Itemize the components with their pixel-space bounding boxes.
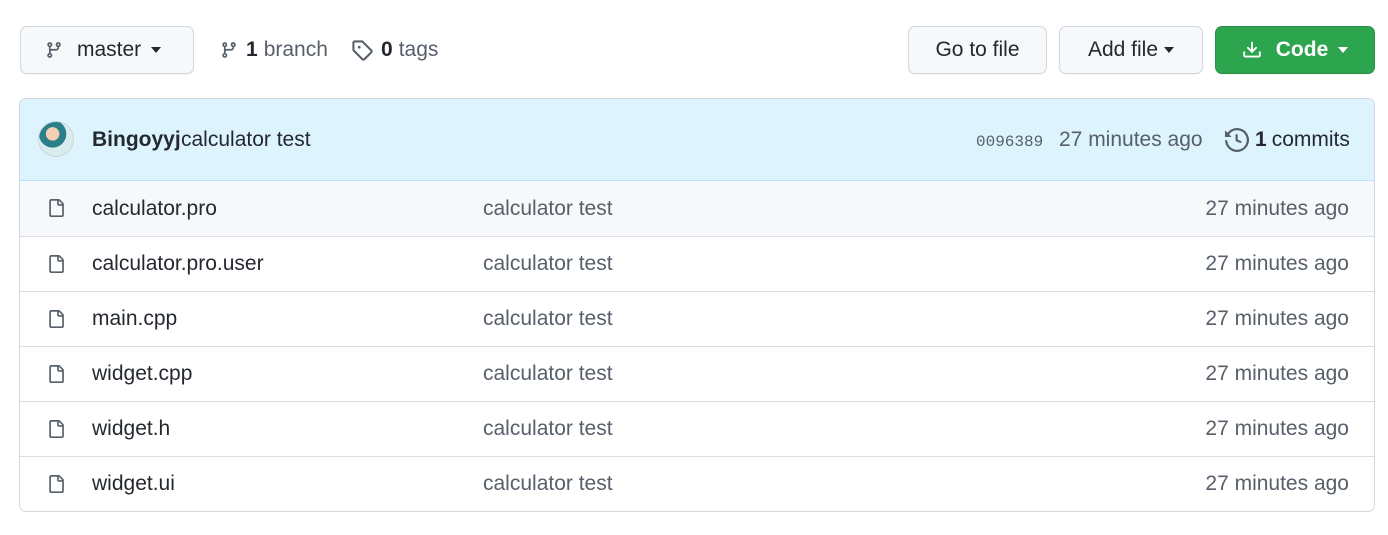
- commit-message[interactable]: calculator test: [181, 128, 311, 152]
- table-row[interactable]: main.cpp calculator test 27 minutes ago: [20, 291, 1374, 346]
- commit-sha[interactable]: 0096389: [976, 133, 1043, 151]
- tag-icon: [352, 40, 373, 61]
- chevron-down-icon: [1164, 47, 1175, 53]
- history-icon: [1225, 127, 1249, 152]
- file-icon: [49, 420, 64, 438]
- table-row[interactable]: calculator.pro.user calculator test 27 m…: [20, 236, 1374, 291]
- table-row[interactable]: calculator.pro calculator test 27 minute…: [20, 181, 1374, 236]
- branch-select-button[interactable]: master: [20, 26, 194, 74]
- file-commit-time: 27 minutes ago: [1205, 472, 1349, 495]
- file-icon: [49, 365, 64, 383]
- repo-toolbar: master 1 branch 0 tags Go to file Add fi…: [20, 26, 1375, 74]
- git-branch-icon: [47, 42, 61, 58]
- download-icon: [1243, 41, 1261, 58]
- avatar[interactable]: [38, 121, 74, 157]
- go-to-file-label: Go to file: [935, 38, 1020, 61]
- tags-link[interactable]: 0 tags: [351, 26, 438, 74]
- file-name-link[interactable]: widget.cpp: [92, 362, 192, 386]
- file-commit-message-link[interactable]: calculator test: [483, 307, 613, 331]
- table-row[interactable]: widget.cpp calculator test 27 minutes ag…: [20, 346, 1374, 401]
- commits-history-link[interactable]: 1 commits: [1225, 128, 1350, 152]
- tag-count: 0: [381, 38, 393, 61]
- file-name-link[interactable]: calculator.pro.user: [92, 252, 264, 276]
- file-commit-time: 27 minutes ago: [1205, 362, 1349, 385]
- commits-count: 1: [1255, 127, 1267, 151]
- chevron-down-icon: [1338, 47, 1349, 53]
- file-icon: [49, 475, 64, 493]
- file-name-link[interactable]: calculator.pro: [92, 197, 217, 221]
- file-commit-message-link[interactable]: calculator test: [483, 252, 613, 276]
- file-commit-time: 27 minutes ago: [1205, 307, 1349, 330]
- branch-count: 1: [246, 38, 258, 61]
- table-row[interactable]: widget.ui calculator test 27 minutes ago: [20, 456, 1374, 511]
- file-commit-message-link[interactable]: calculator test: [483, 417, 613, 441]
- latest-commit-bar: Bingoyyj calculator test 0096389 27 minu…: [20, 99, 1374, 181]
- add-file-button[interactable]: Add file: [1059, 26, 1203, 74]
- file-commit-time: 27 minutes ago: [1205, 252, 1349, 275]
- file-name-link[interactable]: main.cpp: [92, 307, 177, 331]
- file-name-link[interactable]: widget.h: [92, 417, 170, 441]
- file-commit-time: 27 minutes ago: [1205, 196, 1349, 220]
- commits-text: commits: [1271, 127, 1350, 151]
- file-name-link[interactable]: widget.ui: [92, 472, 175, 496]
- branch-label: master: [77, 38, 142, 61]
- chevron-down-icon: [151, 47, 162, 53]
- file-commit-message-link[interactable]: calculator test: [483, 472, 613, 496]
- table-row[interactable]: widget.h calculator test 27 minutes ago: [20, 401, 1374, 456]
- code-label: Code: [1275, 38, 1329, 61]
- file-commit-message-link[interactable]: calculator test: [483, 197, 613, 221]
- add-file-label: Add file: [1087, 38, 1159, 61]
- code-button[interactable]: Code: [1215, 26, 1375, 74]
- tag-text: tags: [398, 38, 439, 61]
- branches-link[interactable]: 1 branch: [220, 26, 328, 74]
- git-branch-icon: [222, 42, 236, 58]
- file-icon: [49, 255, 64, 273]
- go-to-file-button[interactable]: Go to file: [908, 26, 1047, 74]
- file-commit-time: 27 minutes ago: [1205, 417, 1349, 440]
- file-commit-message-link[interactable]: calculator test: [483, 362, 613, 386]
- file-icon: [49, 199, 64, 217]
- file-icon: [49, 310, 64, 328]
- commit-author[interactable]: Bingoyyj: [92, 128, 181, 152]
- branch-text: branch: [263, 38, 328, 61]
- commit-time: 27 minutes ago: [1059, 127, 1203, 151]
- file-browser: Bingoyyj calculator test 0096389 27 minu…: [19, 98, 1375, 512]
